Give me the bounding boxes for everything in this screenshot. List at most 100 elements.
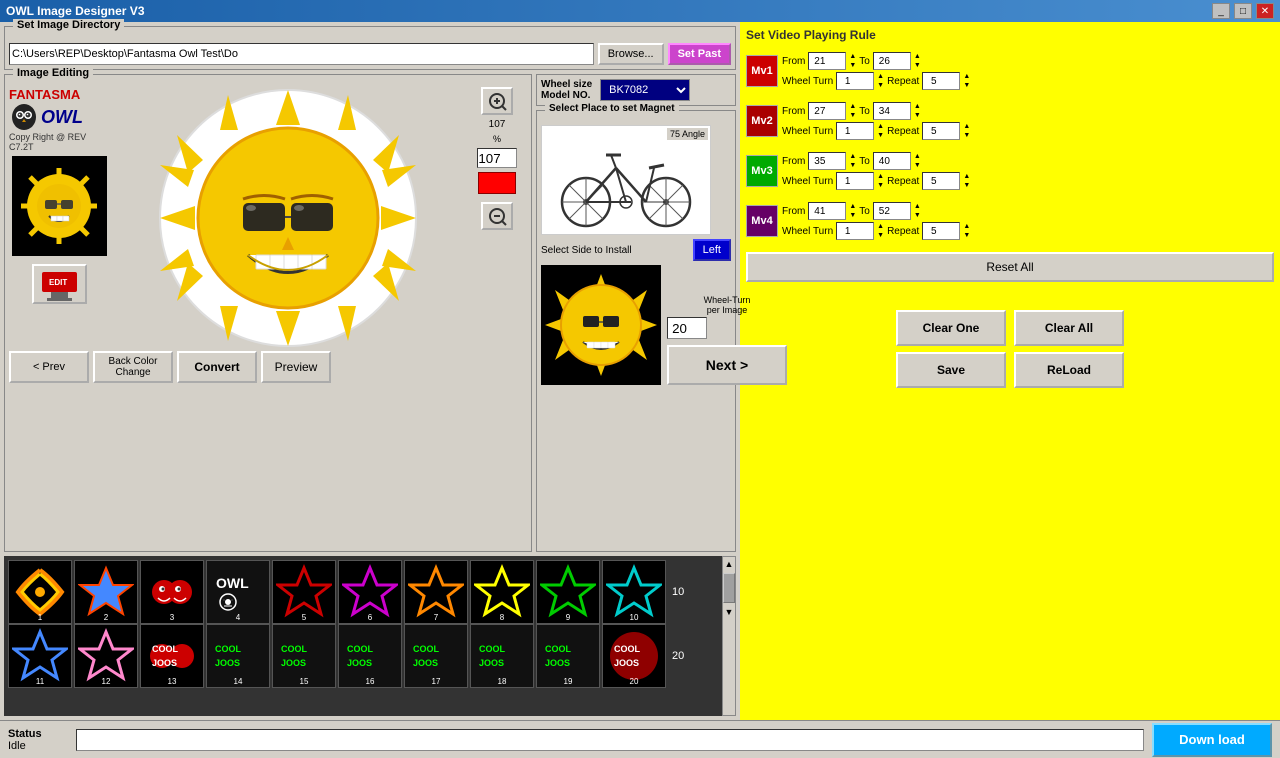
mv1-from-up[interactable]: ▲ — [849, 52, 856, 61]
next-button[interactable]: Next > — [667, 345, 787, 385]
mv2-from-down[interactable]: ▼ — [849, 111, 856, 120]
edit-stamp-button[interactable]: EDIT — [32, 264, 87, 304]
mv4-to-down[interactable]: ▼ — [914, 211, 921, 220]
mv2-wheel-down[interactable]: ▼ — [877, 131, 884, 140]
scroll-down-arrow[interactable]: ▼ — [723, 605, 736, 619]
strip-item-7[interactable]: 7 — [404, 560, 468, 624]
preview-button[interactable]: Preview — [261, 351, 331, 383]
strip-item-3[interactable]: 3 — [140, 560, 204, 624]
left-button[interactable]: Left — [693, 239, 731, 261]
mv1-from-row: From ▲▼ To ▲▼ — [782, 52, 970, 70]
mv2-from-up[interactable]: ▲ — [849, 102, 856, 111]
zoom-out-button[interactable] — [481, 202, 513, 230]
mv2-to-input[interactable] — [873, 102, 911, 120]
mv4-repeat-up[interactable]: ▲ — [963, 222, 970, 231]
mv1-to-input[interactable] — [873, 52, 911, 70]
strip-item-6[interactable]: 6 — [338, 560, 402, 624]
mv1-repeat-up[interactable]: ▲ — [963, 72, 970, 81]
wheel-turn-input[interactable] — [667, 317, 707, 339]
reload-button[interactable]: ReLoad — [1014, 352, 1124, 388]
mv3-repeat-down[interactable]: ▼ — [963, 181, 970, 190]
mv2-wheel-up[interactable]: ▲ — [877, 122, 884, 131]
strip-item-1[interactable]: 1 — [8, 560, 72, 624]
strip-item-14[interactable]: COOL JOOS 14 — [206, 624, 270, 688]
mv4-to-up[interactable]: ▲ — [914, 202, 921, 211]
mv1-to-down[interactable]: ▼ — [914, 61, 921, 70]
zoom-in-button[interactable] — [481, 87, 513, 115]
close-button[interactable]: ✕ — [1256, 3, 1274, 19]
mv4-wheel-up[interactable]: ▲ — [877, 222, 884, 231]
reset-all-button[interactable]: Reset All — [746, 252, 1274, 282]
strip-item-18[interactable]: COOL JOOS 18 — [470, 624, 534, 688]
strip-item-20[interactable]: COOL JOOS 20 — [602, 624, 666, 688]
mv4-from-down[interactable]: ▼ — [849, 211, 856, 220]
mv3-from-up[interactable]: ▲ — [849, 152, 856, 161]
mv3-from-down[interactable]: ▼ — [849, 161, 856, 170]
mv3-to-up[interactable]: ▲ — [914, 152, 921, 161]
mv1-repeat-input[interactable] — [922, 72, 960, 90]
minimize-button[interactable]: _ — [1212, 3, 1230, 19]
clear-all-button[interactable]: Clear All — [1014, 310, 1124, 346]
strip-item-8[interactable]: 8 — [470, 560, 534, 624]
mv2-repeat-down[interactable]: ▼ — [963, 131, 970, 140]
back-color-button[interactable]: Back Color Change — [93, 351, 173, 383]
strip-item-9[interactable]: 9 — [536, 560, 600, 624]
download-button[interactable]: Down load — [1152, 723, 1272, 757]
mv4-repeat-down[interactable]: ▼ — [963, 231, 970, 240]
mv3-to-down[interactable]: ▼ — [914, 161, 921, 170]
strip-item-15[interactable]: COOL JOOS 15 — [272, 624, 336, 688]
mv3-wheel-up[interactable]: ▲ — [877, 172, 884, 181]
mv4-repeat-input[interactable] — [922, 222, 960, 240]
strip-item-19[interactable]: COOL JOOS 19 — [536, 624, 600, 688]
mv4-from-input[interactable] — [808, 202, 846, 220]
strip-item-11[interactable]: 11 — [8, 624, 72, 688]
mv3-repeat-up[interactable]: ▲ — [963, 172, 970, 181]
mv4-wheel-down[interactable]: ▼ — [877, 231, 884, 240]
strip-item-13[interactable]: COOL JOOS 13 — [140, 624, 204, 688]
mv1-wheel-up[interactable]: ▲ — [877, 72, 884, 81]
percentage-input[interactable] — [477, 148, 517, 168]
strip-item-2[interactable]: 2 — [74, 560, 138, 624]
dir-input[interactable] — [9, 43, 594, 65]
strip-item-5[interactable]: 5 — [272, 560, 336, 624]
strip-item-10[interactable]: 10 — [602, 560, 666, 624]
scroll-up-arrow[interactable]: ▲ — [723, 557, 736, 571]
mv1-wheel-input[interactable] — [836, 72, 874, 90]
mv2-to-up[interactable]: ▲ — [914, 102, 921, 111]
mv2-repeat-up[interactable]: ▲ — [963, 122, 970, 131]
mv1-from-input[interactable] — [808, 52, 846, 70]
mv2-wheel-input[interactable] — [836, 122, 874, 140]
thumb-sun-svg — [19, 166, 99, 246]
set-past-button[interactable]: Set Past — [668, 43, 731, 65]
brand-name: FANTASMA — [9, 87, 109, 102]
clear-one-button[interactable]: Clear One — [896, 310, 1006, 346]
bike-image-box[interactable]: 75 Angle — [541, 125, 711, 235]
mv3-wheel-input[interactable] — [836, 172, 874, 190]
mv4-from-up[interactable]: ▲ — [849, 202, 856, 211]
mv3-from-input[interactable] — [808, 152, 846, 170]
mv1-repeat-down[interactable]: ▼ — [963, 81, 970, 90]
scrollbar[interactable]: ▲ ▼ — [722, 556, 736, 716]
scroll-thumb[interactable] — [723, 573, 735, 603]
model-select[interactable]: BK7082 — [600, 79, 690, 101]
mv2-repeat-input[interactable] — [922, 122, 960, 140]
mv2-from-input[interactable] — [808, 102, 846, 120]
mv4-wheel-input[interactable] — [836, 222, 874, 240]
mv3-wheel-down[interactable]: ▼ — [877, 181, 884, 190]
mv2-to-down[interactable]: ▼ — [914, 111, 921, 120]
strip-item-16[interactable]: COOL JOOS 16 — [338, 624, 402, 688]
strip-item-17[interactable]: COOL JOOS 17 — [404, 624, 468, 688]
mv3-repeat-input[interactable] — [922, 172, 960, 190]
strip-item-12[interactable]: 12 — [74, 624, 138, 688]
mv1-wheel-down[interactable]: ▼ — [877, 81, 884, 90]
maximize-button[interactable]: □ — [1234, 3, 1252, 19]
strip-item-4[interactable]: OWL 4 — [206, 560, 270, 624]
mv1-from-down[interactable]: ▼ — [849, 61, 856, 70]
save-button[interactable]: Save — [896, 352, 1006, 388]
browse-button[interactable]: Browse... — [598, 43, 664, 65]
mv3-to-input[interactable] — [873, 152, 911, 170]
convert-button[interactable]: Convert — [177, 351, 257, 383]
mv1-to-up[interactable]: ▲ — [914, 52, 921, 61]
mv4-to-input[interactable] — [873, 202, 911, 220]
prev-button[interactable]: < Prev — [9, 351, 89, 383]
